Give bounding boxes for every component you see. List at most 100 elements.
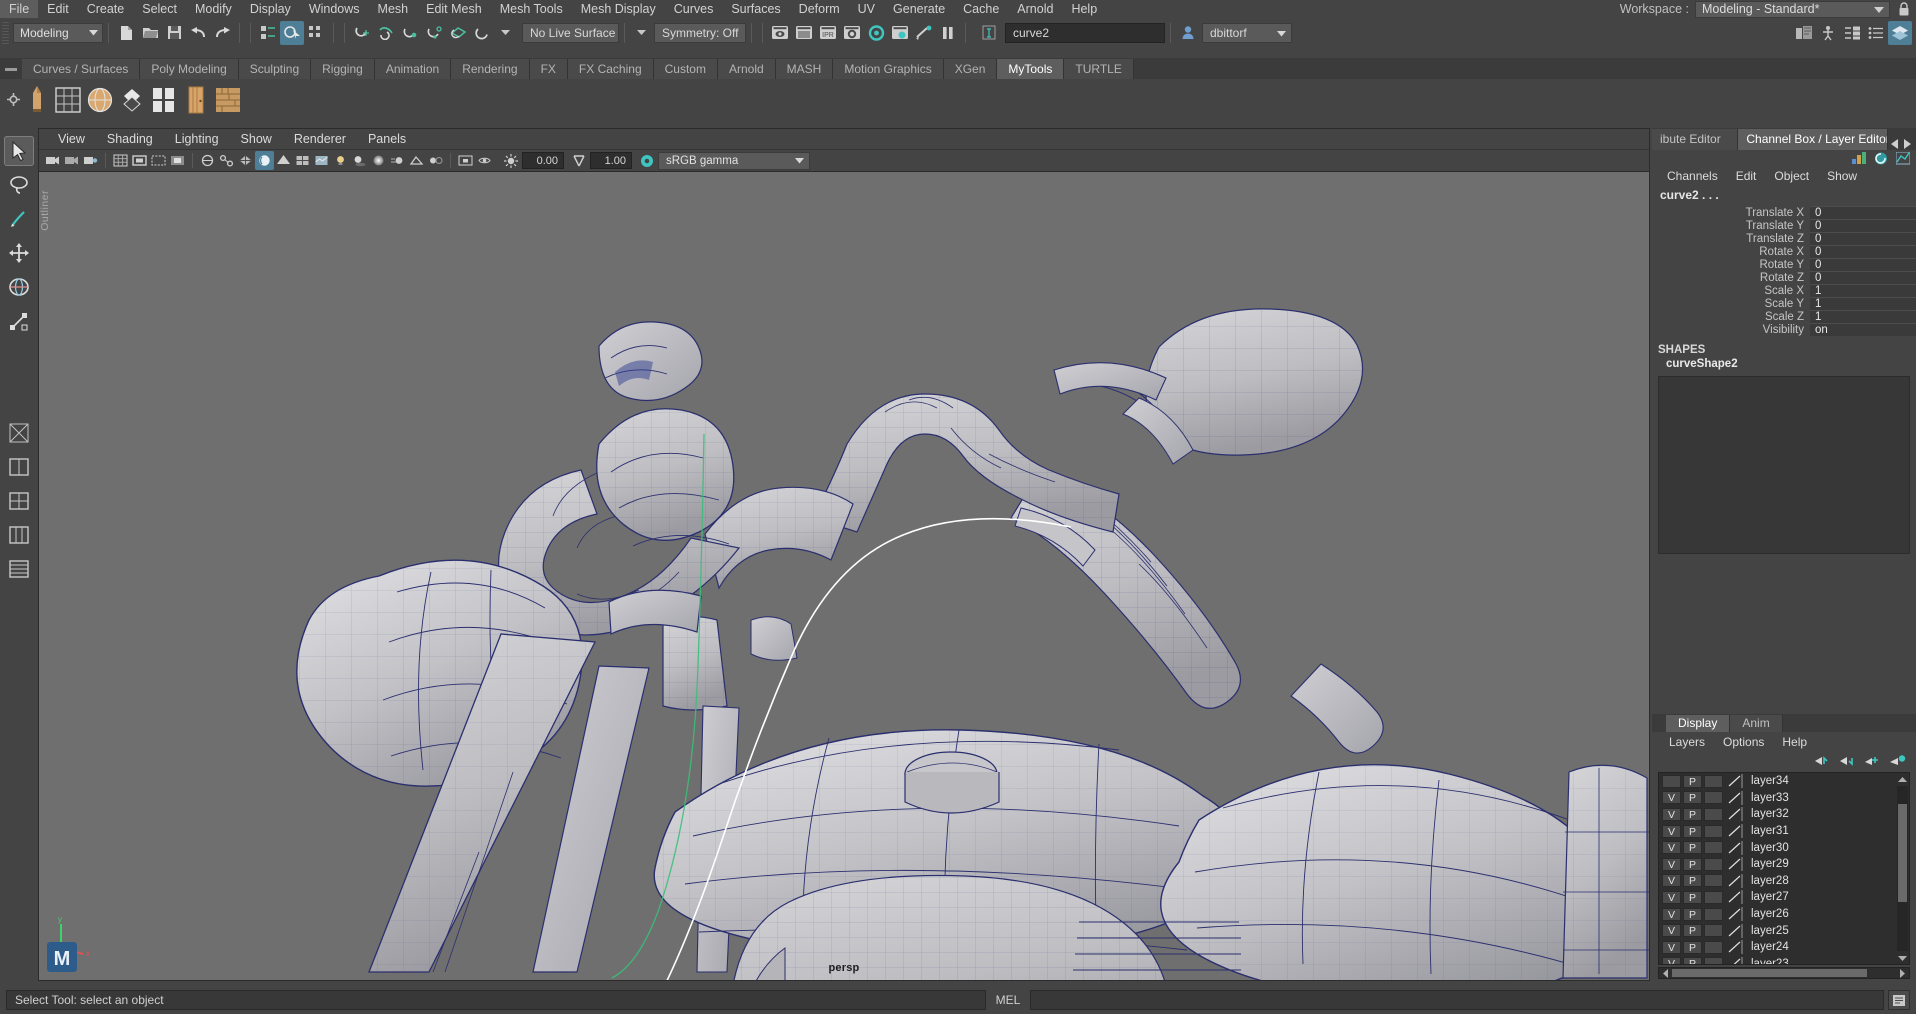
list-item[interactable]: V P layer25 (1659, 922, 1909, 939)
shelf-tab-xgen[interactable]: XGen (943, 59, 998, 79)
scroll-down-arrow-icon[interactable] (1897, 952, 1908, 964)
color-management-icon[interactable] (640, 154, 654, 168)
channel-row-rotate-x[interactable]: Rotate X 0 (1652, 245, 1916, 258)
channel-value[interactable]: 0 (1810, 258, 1916, 271)
list-item[interactable]: V P layer28 (1659, 873, 1909, 890)
channel-value[interactable]: 0 (1810, 271, 1916, 284)
layer-playback-toggle[interactable]: P (1683, 940, 1702, 954)
text-field-icon[interactable] (977, 21, 1001, 45)
list-item[interactable]: V P layer33 (1659, 790, 1909, 807)
render-current-frame-icon[interactable] (792, 21, 816, 45)
viewport-menu-view[interactable]: View (47, 132, 96, 146)
menu-item-file[interactable]: File (0, 0, 39, 18)
shelf-tab-poly-modeling[interactable]: Poly Modeling (140, 59, 239, 79)
menu-item-generate[interactable]: Generate (884, 0, 954, 18)
menu-item-uv[interactable]: UV (849, 0, 884, 18)
layer-color-swatch[interactable] (1727, 857, 1744, 872)
layer-type-toggle[interactable] (1704, 874, 1723, 888)
menuset-dropdown[interactable]: Modeling (13, 22, 103, 43)
layer-playback-toggle[interactable]: P (1683, 924, 1702, 938)
layer-color-swatch[interactable] (1727, 956, 1744, 964)
save-scene-icon[interactable] (162, 21, 186, 45)
menu-item-arnold[interactable]: Arnold (1008, 0, 1062, 18)
shelf-tab-rigging[interactable]: Rigging (311, 59, 375, 79)
graph-editor-icon[interactable] (1896, 151, 1910, 165)
channel-value[interactable]: 0 (1810, 245, 1916, 258)
shelf-tab-curves-surfaces[interactable]: Curves / Surfaces (22, 59, 141, 79)
layer-playback-toggle[interactable]: P (1683, 857, 1702, 871)
layer-type-toggle[interactable] (1704, 774, 1723, 788)
hypershade-icon[interactable] (864, 21, 888, 45)
undo-icon[interactable] (186, 21, 210, 45)
scrollbar-thumb[interactable] (1898, 804, 1907, 902)
move-tool-icon[interactable] (4, 238, 34, 268)
new-layer-icon[interactable] (1865, 754, 1881, 767)
script-editor-icon[interactable] (1888, 990, 1910, 1010)
snap-options-arrow-icon[interactable] (494, 21, 518, 45)
layer-playback-toggle[interactable]: P (1683, 957, 1702, 964)
shelf-tab-mytools[interactable]: MyTools (997, 59, 1065, 79)
menu-item-modify[interactable]: Modify (186, 0, 241, 18)
lock-camera-icon[interactable] (62, 151, 81, 170)
layer-color-swatch[interactable] (1727, 923, 1744, 938)
snap-point-icon[interactable] (398, 21, 422, 45)
layer-list[interactable]: P layer34 V P layer33 V P layer32 V P la… (1658, 772, 1910, 965)
shelf-options-button[interactable] (0, 58, 22, 79)
new-scene-icon[interactable] (114, 21, 138, 45)
shelf-tab-fx-caching[interactable]: FX Caching (567, 59, 654, 79)
3d-viewport[interactable]: persp y x z M (39, 172, 1649, 980)
layer-menu-options[interactable]: Options (1714, 735, 1773, 749)
pause-icon[interactable] (936, 21, 960, 45)
layer-type-toggle[interactable] (1704, 791, 1723, 805)
scrollbar-thumb[interactable] (1672, 969, 1867, 977)
tab-attribute-editor[interactable]: ibute Editor (1652, 129, 1739, 150)
exposure-icon[interactable] (504, 153, 518, 168)
list-item[interactable]: V P layer27 (1659, 889, 1909, 906)
scroll-left-arrow-icon[interactable] (1660, 968, 1671, 978)
show-hide-channelbox-icon[interactable] (1840, 21, 1864, 45)
rotate-tool-icon[interactable] (4, 272, 34, 302)
textured-icon[interactable] (312, 151, 331, 170)
channel-menu-object[interactable]: Object (1765, 169, 1818, 183)
channel-menu-show[interactable]: Show (1818, 169, 1866, 183)
multisample-icon[interactable] (407, 151, 426, 170)
paint-select-tool-icon[interactable] (4, 204, 34, 234)
layer-visibility-toggle[interactable]: V (1662, 857, 1681, 871)
attribute-editor-icon[interactable] (1874, 152, 1888, 165)
xray-joints-icon[interactable] (217, 151, 236, 170)
viewport-menu-shading[interactable]: Shading (96, 132, 164, 146)
layer-name[interactable]: layer25 (1747, 925, 1789, 937)
shelf-tab-turtle[interactable]: TURTLE (1064, 59, 1134, 79)
layer-visibility-toggle[interactable]: V (1662, 907, 1681, 921)
layer-color-swatch[interactable] (1727, 890, 1744, 905)
shaded-wireframe-icon[interactable] (293, 151, 312, 170)
list-item[interactable]: V P layer26 (1659, 906, 1909, 923)
layer-color-swatch[interactable] (1727, 774, 1744, 789)
layer-name[interactable]: layer28 (1747, 875, 1789, 887)
new-layer-from-selected-icon[interactable] (1890, 754, 1906, 767)
gamma-field[interactable]: 1.00 (590, 152, 632, 169)
layer-name[interactable]: layer26 (1747, 908, 1789, 920)
layer-type-toggle[interactable] (1704, 890, 1723, 904)
shelf-button-grid-plane[interactable] (52, 84, 84, 116)
render-sequence-icon[interactable] (888, 21, 912, 45)
menu-item-deform[interactable]: Deform (790, 0, 849, 18)
snap-view-plane-icon[interactable] (446, 21, 470, 45)
list-item[interactable]: V P layer23 (1659, 956, 1909, 964)
viewport-menu-lighting[interactable]: Lighting (164, 132, 230, 146)
list-item[interactable]: V P layer30 (1659, 839, 1909, 856)
scroll-right-arrow-icon[interactable] (1897, 968, 1908, 978)
render-settings-icon[interactable] (840, 21, 864, 45)
show-hide-layers-icon[interactable] (1864, 21, 1888, 45)
move-layer-down-icon[interactable] (1840, 754, 1856, 767)
shelf-tab-sculpting[interactable]: Sculpting (238, 59, 312, 79)
channel-value[interactable]: 1 (1810, 297, 1916, 310)
smooth-shade-all-icon[interactable] (255, 151, 274, 170)
xray-display-icon[interactable] (475, 151, 494, 170)
lasso-select-tool-icon[interactable] (4, 170, 34, 200)
redo-icon[interactable] (210, 21, 234, 45)
workspace-dropdown[interactable]: Modeling - Standard* (1695, 0, 1890, 18)
depth-of-field-icon[interactable] (426, 151, 445, 170)
layer-name[interactable]: layer27 (1747, 891, 1789, 903)
ambient-occlusion-icon[interactable] (369, 151, 388, 170)
